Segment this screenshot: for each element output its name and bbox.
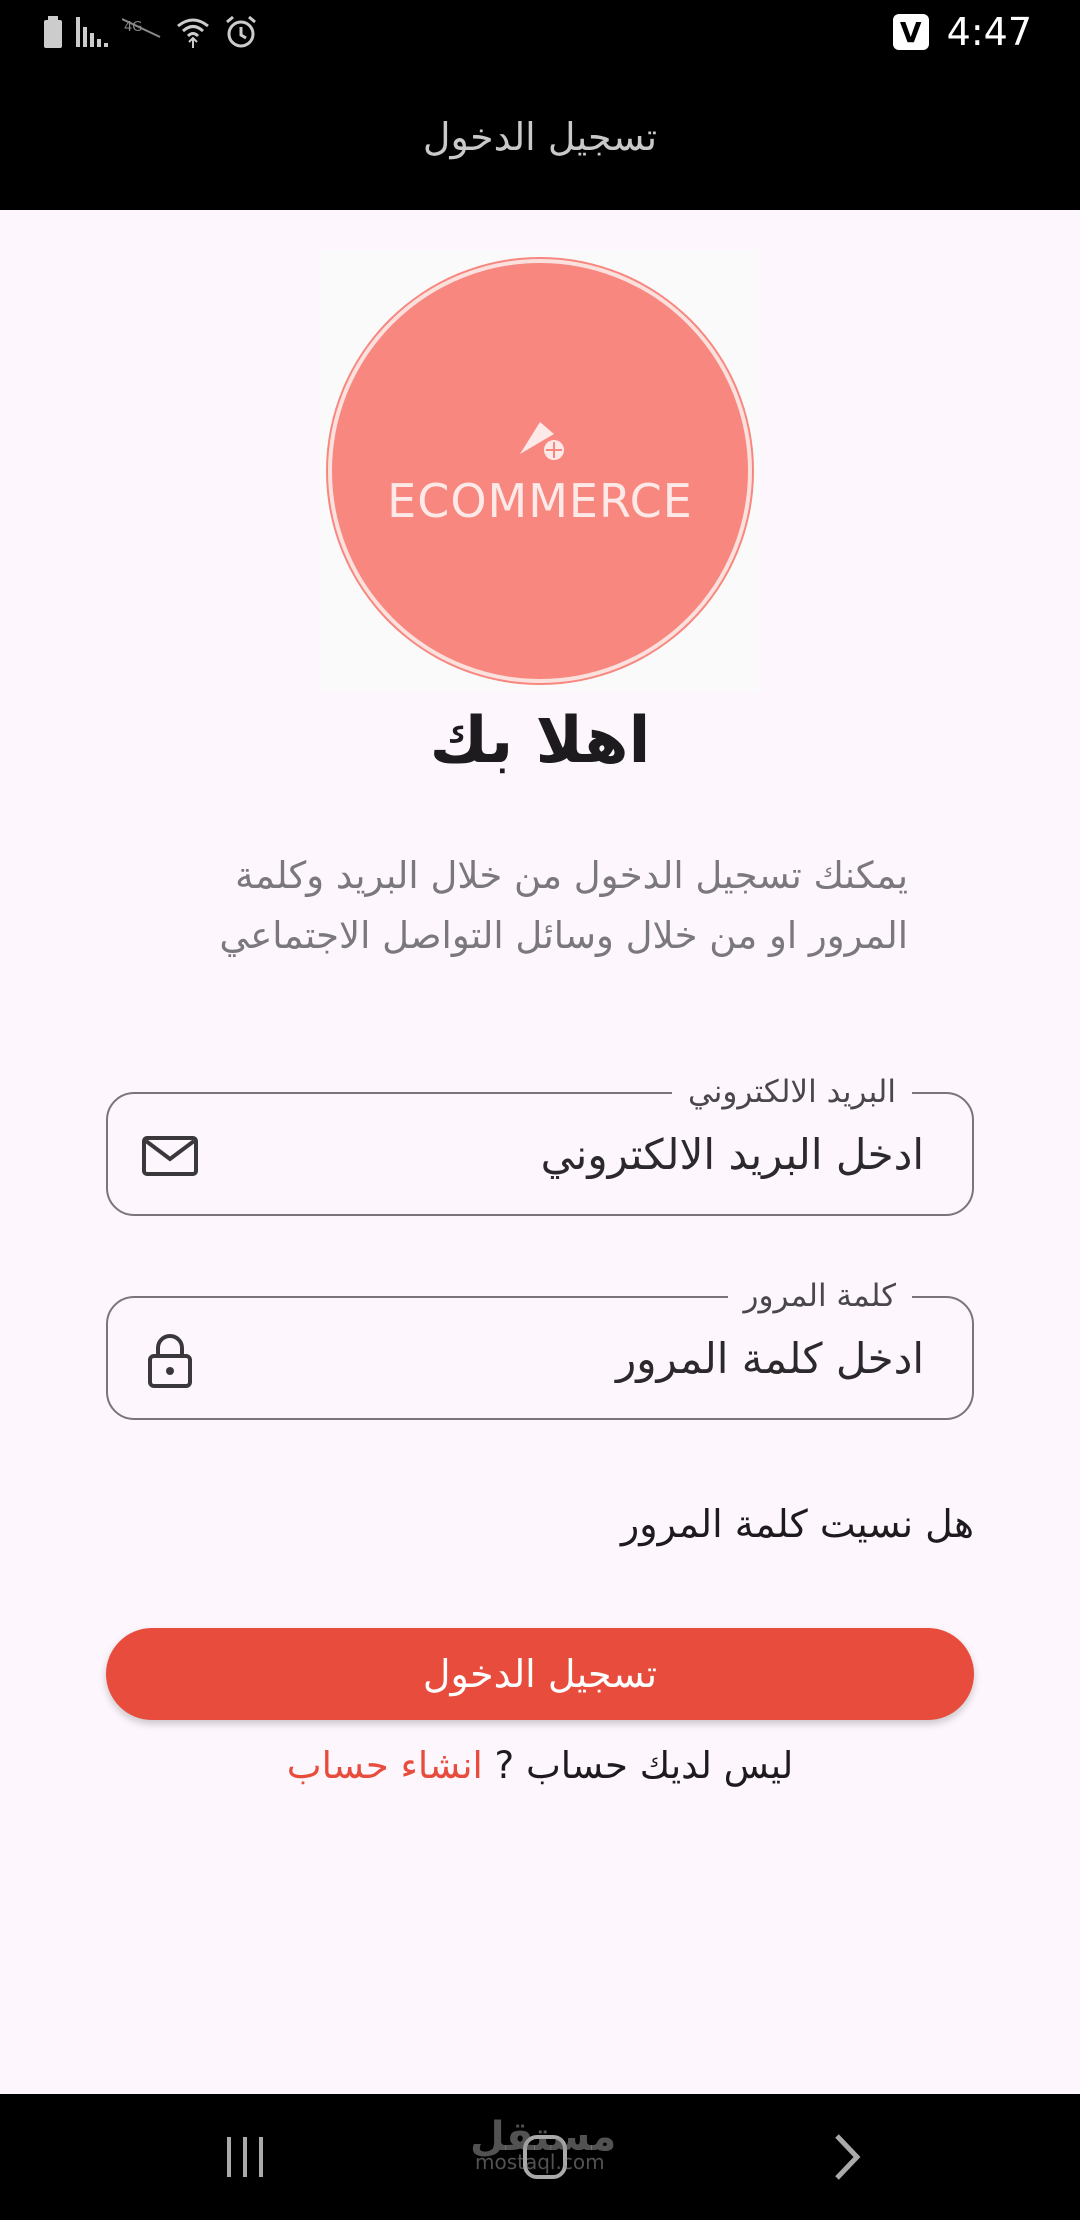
- status-time: 4:47: [946, 10, 1032, 54]
- email-input[interactable]: [228, 1094, 924, 1214]
- login-description: يمكنك تسجيل الدخول من خلال البريد وكلمة …: [219, 854, 908, 957]
- recent-apps-icon: [227, 2137, 263, 2177]
- welcome-title: اهلا بك: [429, 704, 651, 778]
- status-bar: 4G V 4:47: [0, 0, 1080, 64]
- logo-text: ECOMMERCE: [387, 474, 693, 528]
- app-bar-title: تسجيل الدخول: [422, 115, 658, 159]
- status-icons-left: 4G: [44, 14, 258, 50]
- status-right: V 4:47: [892, 8, 1032, 56]
- login-button[interactable]: تسجيل الدخول: [106, 1628, 974, 1720]
- logo: ECOMMERCE: [328, 259, 752, 683]
- signal-icon: [76, 17, 108, 47]
- forgot-password-link[interactable]: هل نسيت كلمة المرور: [621, 1502, 974, 1546]
- chevron-right-icon: [835, 2134, 861, 2180]
- signup-prompt: ليس لديك حساب ?: [482, 1744, 794, 1787]
- signup-line: ليس لديك حساب ? انشاء حساب: [0, 1744, 1080, 1787]
- logo-container: ECOMMERCE: [320, 250, 760, 692]
- app-bar: تسجيل الدخول: [0, 64, 1080, 210]
- no-4g-icon: 4G: [122, 18, 161, 38]
- mail-icon: [142, 1136, 198, 1176]
- password-field[interactable]: كلمة المرور: [106, 1276, 974, 1420]
- back-button[interactable]: [812, 2124, 882, 2190]
- email-field[interactable]: البريد الالكتروني: [106, 1072, 974, 1216]
- app-badge: V: [892, 14, 929, 50]
- watermark-sub: mostaql.com: [475, 2150, 605, 2174]
- wifi-icon: [177, 18, 209, 48]
- password-input[interactable]: [228, 1298, 924, 1418]
- lock-icon: [148, 1334, 192, 1388]
- alarm-icon: [226, 15, 256, 48]
- signup-link[interactable]: انشاء حساب: [287, 1744, 483, 1787]
- battery-icon: [44, 16, 62, 48]
- recent-apps-button[interactable]: [210, 2124, 280, 2190]
- shuttlecock-icon: [520, 422, 564, 460]
